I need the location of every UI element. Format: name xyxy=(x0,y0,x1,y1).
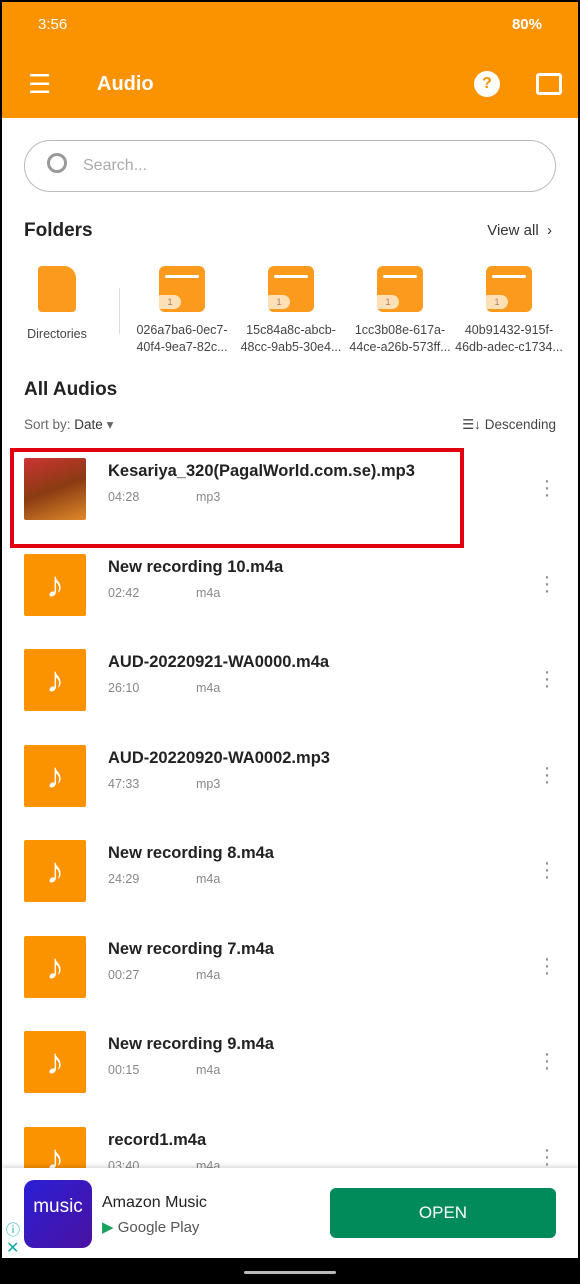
folder-icon xyxy=(268,266,314,312)
more-options-icon[interactable]: · · · xyxy=(542,949,552,983)
music-note-icon: ♪ xyxy=(24,553,86,616)
directories-icon xyxy=(38,266,76,312)
music-note-icon: ♪ xyxy=(24,1031,86,1093)
audio-name: New recording 7.m4a xyxy=(108,939,274,958)
search-icon xyxy=(47,153,67,173)
highlight-box xyxy=(10,448,464,548)
more-options-icon[interactable]: · · · xyxy=(542,471,552,505)
cast-icon[interactable] xyxy=(536,73,562,95)
audio-list-item[interactable]: ♪ New recording 9.m4a 00:15 m4a · · · xyxy=(2,1021,578,1116)
status-bar: 3:56 80% xyxy=(38,16,542,33)
help-icon[interactable]: ? xyxy=(474,71,500,97)
folder-list: Directories 026a7ba6-0ec7-40f4-9ea7-82c.… xyxy=(2,266,578,366)
audio-list-item[interactable]: ♪ AUD-20220921-WA0000.m4a 26:10 m4a · · · xyxy=(2,639,578,734)
audio-duration: 02:42 xyxy=(108,585,140,600)
status-time: 3:56 xyxy=(38,16,68,33)
audio-duration: 26:10 xyxy=(108,681,140,695)
screen: 3:56 80% ☰ Audio ? Search... Folders Vie… xyxy=(2,2,578,1258)
audio-name: AUD-20220920-WA0002.mp3 xyxy=(108,748,330,767)
audio-list-item[interactable]: Kesariya_320(PagalWorld.com.se).mp3 04:2… xyxy=(2,448,578,548)
audio-name: AUD-20220921-WA0000.m4a xyxy=(108,653,330,671)
audio-duration: 00:27 xyxy=(108,967,140,982)
audio-type: mp3 xyxy=(196,776,221,791)
audio-name: New recording 8.m4a xyxy=(108,844,274,862)
order-toggle[interactable]: ☰↓ Descending xyxy=(462,417,556,433)
all-audios-title: All Audios xyxy=(24,379,118,400)
ad-store: ▶ Google Play xyxy=(102,1219,200,1236)
audio-list-item[interactable]: ♪ New recording 7.m4a 00:27 m4a · · · xyxy=(2,926,578,1021)
audio-list-item[interactable]: ♪ New recording 8.m4a 24:29 m4a · · · xyxy=(2,830,578,925)
music-note-icon: ♪ xyxy=(24,935,86,998)
ad-banner: music Amazon Music ▶ Google Play ⓘ ✕ OPE… xyxy=(2,1168,578,1258)
header: 3:56 80% ☰ Audio ? xyxy=(2,2,578,118)
audio-list-item[interactable]: ♪ New recording 10.m4a 02:42 m4a · · · xyxy=(2,544,578,639)
audio-type: m4a xyxy=(196,681,221,695)
battery-level: 80% xyxy=(511,16,542,33)
music-note-icon: ♪ xyxy=(24,744,86,807)
audio-type: m4a xyxy=(196,585,221,600)
music-note-icon: ♪ xyxy=(24,840,86,902)
search-input[interactable]: Search... xyxy=(24,140,556,192)
folder-icon xyxy=(486,266,532,312)
folder-icon xyxy=(377,266,423,312)
audio-name: New recording 9.m4a xyxy=(108,1035,274,1053)
ad-info-icon[interactable]: ⓘ xyxy=(6,1220,20,1240)
view-all-link[interactable]: View all › xyxy=(487,222,552,239)
audio-duration: 24:29 xyxy=(108,872,140,886)
more-options-icon[interactable]: · · · xyxy=(542,853,552,887)
page-title: Audio xyxy=(97,72,154,95)
audio-type: m4a xyxy=(196,872,221,886)
more-options-icon[interactable]: · · · xyxy=(542,758,552,792)
folder-item[interactable]: 026a7ba6-0ec7-40f4-9ea7-82c... xyxy=(127,266,237,356)
more-options-icon[interactable]: · · · xyxy=(542,662,552,696)
sort-order-icon: ☰↓ xyxy=(462,417,481,432)
ad-app-name: Amazon Music xyxy=(102,1194,207,1211)
folder-item[interactable]: 15c84a8c-abcb-48cc-9ab5-30e4... xyxy=(236,266,346,356)
folder-item[interactable]: 40b91432-915f-46db-adec-c1734... xyxy=(454,266,564,356)
google-play-icon: ▶ xyxy=(102,1219,114,1236)
more-options-icon[interactable]: · · · xyxy=(542,1140,552,1174)
sort-dropdown[interactable]: Sort by: Date ▾ xyxy=(24,417,113,433)
ad-open-button[interactable]: OPEN xyxy=(330,1188,556,1238)
more-options-icon[interactable]: · · · xyxy=(542,1044,552,1078)
audio-name: New recording 10.m4a xyxy=(108,557,284,576)
audio-duration: 47:33 xyxy=(108,776,140,791)
folder-directories[interactable]: Directories xyxy=(2,266,112,343)
more-options-icon[interactable]: · · · xyxy=(542,567,552,601)
folder-icon xyxy=(159,266,205,312)
home-indicator[interactable] xyxy=(244,1271,336,1274)
folders-title: Folders xyxy=(24,220,93,241)
folder-item[interactable]: 1cc3b08e-617a-44ce-a26b-573ff... xyxy=(345,266,455,356)
menu-icon[interactable]: ☰ xyxy=(28,69,51,100)
audio-list-item[interactable]: ♪ AUD-20220920-WA0002.mp3 47:33 mp3 · · · xyxy=(2,735,578,830)
amazon-music-logo[interactable]: music xyxy=(24,1180,92,1248)
audio-type: m4a xyxy=(196,1063,221,1077)
audio-duration: 00:15 xyxy=(108,1063,140,1077)
audio-name: record1.m4a xyxy=(108,1130,207,1149)
ad-close-icon[interactable]: ✕ xyxy=(6,1238,19,1258)
audio-type: m4a xyxy=(196,967,221,982)
music-note-icon: ♪ xyxy=(24,649,86,711)
